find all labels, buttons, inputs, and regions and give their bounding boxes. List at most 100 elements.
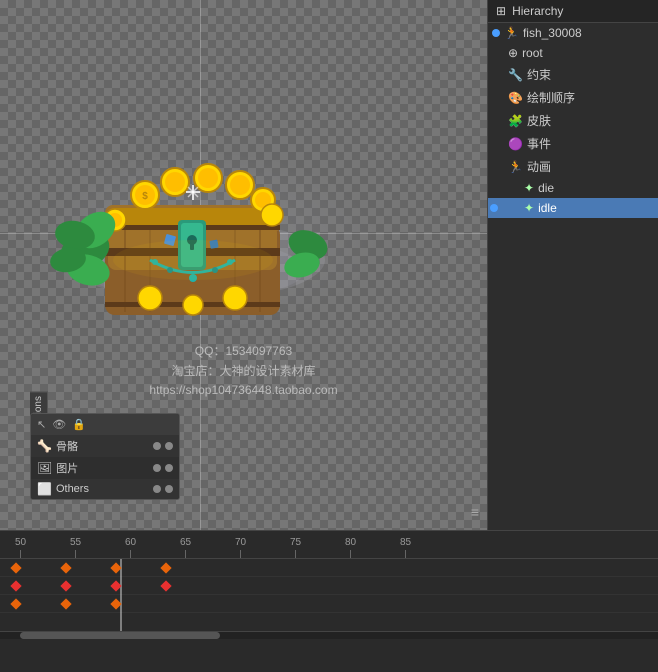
ruler-tick-70: 70 <box>235 537 246 558</box>
fish30008-label: fish_30008 <box>523 26 582 40</box>
layer-image-label: 图片 <box>56 460 149 476</box>
ruler-marks: 50 55 60 65 70 75 <box>0 531 658 558</box>
ruler-tick-85: 85 <box>400 537 411 558</box>
ruler-tick-80: 80 <box>345 537 356 558</box>
ruler-label-70: 70 <box>235 537 246 548</box>
keyframe-3-2[interactable] <box>60 598 71 609</box>
layer-image-dot2[interactable] <box>165 464 173 472</box>
huizhi-icon: 🎨 <box>508 91 523 105</box>
hierarchy-title: Hierarchy <box>512 4 563 18</box>
layer-bone-dot1[interactable] <box>153 442 161 450</box>
treasure-chest-sprite: $ <box>50 130 340 330</box>
track-row-1 <box>0 559 658 577</box>
shijian-icon: 🟣 <box>508 137 523 151</box>
eye-icon[interactable]: 👁 <box>52 418 66 431</box>
keyframe-1-2[interactable] <box>60 562 71 573</box>
hierarchy-item-huizhi[interactable]: 🎨 绘制顺序 <box>488 86 658 109</box>
layer-row-others: ⬜ Others <box>31 479 179 499</box>
root-label: root <box>522 46 543 60</box>
ruler-line-55 <box>75 550 76 558</box>
ruler-line-60 <box>130 550 131 558</box>
track-row-3 <box>0 595 658 613</box>
ruler-label-75: 75 <box>290 537 301 548</box>
ruler-line-80 <box>350 550 351 558</box>
timeline-scrollbar[interactable] <box>0 631 658 639</box>
fish30008-icon: 🏃 <box>504 26 519 40</box>
layer-others-label: Others <box>56 483 149 495</box>
hierarchy-panel: ⊞ Hierarchy 🏃 fish_30008 ⊕ root 🔧 约束 🎨 绘… <box>487 0 658 530</box>
ruler-line-75 <box>295 550 296 558</box>
hierarchy-item-fish30008[interactable]: 🏃 fish_30008 <box>488 23 658 43</box>
image-icon: 🖼 <box>37 461 52 475</box>
ruler-label-50: 50 <box>15 537 26 548</box>
ruler-label-60: 60 <box>125 537 136 548</box>
keyframe-3-1[interactable] <box>10 598 21 609</box>
layer-image-dot1[interactable] <box>153 464 161 472</box>
keyframe-1-1[interactable] <box>10 562 21 573</box>
timeline-playhead[interactable] <box>120 559 122 631</box>
ruler-line-85 <box>405 550 406 558</box>
track-keyframes-1 <box>2 564 172 572</box>
die-icon: ✦ <box>524 181 534 195</box>
pifu-label: 皮肤 <box>527 112 551 129</box>
timeline-area: 50 55 60 65 70 75 <box>0 530 658 672</box>
idle-label: idle <box>538 201 557 215</box>
scroll-thumb[interactable] <box>20 632 220 639</box>
donghua-icon: 🏃 <box>508 160 523 174</box>
layer-row-bone: 🦴 骨骼 <box>31 435 179 457</box>
timeline-tracks <box>0 559 658 631</box>
keyframe-1-4[interactable] <box>160 562 171 573</box>
ruler-tick-60: 60 <box>125 537 136 558</box>
donghua-label: 动画 <box>527 158 551 175</box>
more-options-icon[interactable]: ≡ <box>471 504 479 520</box>
timeline-ruler: 50 55 60 65 70 75 <box>0 531 658 559</box>
layer-others-dot2[interactable] <box>165 485 173 493</box>
hierarchy-item-root[interactable]: ⊕ root <box>488 43 658 63</box>
hierarchy-item-shijian[interactable]: 🟣 事件 <box>488 132 658 155</box>
hierarchy-item-pifu[interactable]: 🧩 皮肤 <box>488 109 658 132</box>
yueshu-label: 约束 <box>527 66 551 83</box>
lock-icon[interactable]: 🔒 <box>72 418 86 431</box>
hierarchy-item-die[interactable]: ✦ die <box>488 178 658 198</box>
ruler-label-85: 85 <box>400 537 411 548</box>
track-keyframes-3 <box>2 600 122 608</box>
hierarchy-icon: ⊞ <box>496 4 506 18</box>
yueshu-icon: 🔧 <box>508 68 523 82</box>
hierarchy-header: ⊞ Hierarchy <box>488 0 658 23</box>
track-row-2 <box>0 577 658 595</box>
idle-icon: ✦ <box>524 201 534 215</box>
ruler-tick-75: 75 <box>290 537 301 558</box>
layers-panel: ↖ 👁 🔒 🦴 骨骼 🖼 图片 ⬜ Others <box>30 413 180 500</box>
keyframe-2-1[interactable] <box>10 580 21 591</box>
huizhi-label: 绘制顺序 <box>527 89 575 106</box>
shijian-label: 事件 <box>527 135 551 152</box>
hierarchy-item-idle[interactable]: ✦ idle <box>488 198 658 218</box>
die-label: die <box>538 181 554 195</box>
ruler-line-50 <box>20 550 21 558</box>
layer-others-dot1[interactable] <box>153 485 161 493</box>
layer-bone-label: 骨骼 <box>56 438 149 454</box>
idle-dot <box>490 204 498 212</box>
bone-icon: 🦴 <box>37 439 52 453</box>
ruler-line-65 <box>185 550 186 558</box>
pifu-icon: 🧩 <box>508 114 523 128</box>
main-area: $ <box>0 0 658 530</box>
keyframe-2-4[interactable] <box>160 580 171 591</box>
others-icon: ⬜ <box>37 482 52 496</box>
ruler-line-70 <box>240 550 241 558</box>
cursor-icon[interactable]: ↖ <box>37 418 46 431</box>
track-keyframes-2 <box>2 582 172 590</box>
svg-text:$: $ <box>142 191 148 202</box>
ruler-tick-55: 55 <box>70 537 81 558</box>
layer-row-image: 🖼 图片 <box>31 457 179 479</box>
keyframe-2-2[interactable] <box>60 580 71 591</box>
layers-panel-header: ↖ 👁 🔒 <box>31 414 179 435</box>
root-icon: ⊕ <box>508 46 518 60</box>
ruler-label-65: 65 <box>180 537 191 548</box>
sprite-container: $ <box>50 130 340 330</box>
hierarchy-item-yueshu[interactable]: 🔧 约束 <box>488 63 658 86</box>
ruler-label-55: 55 <box>70 537 81 548</box>
layer-bone-dot2[interactable] <box>165 442 173 450</box>
ruler-tick-65: 65 <box>180 537 191 558</box>
hierarchy-item-donghua[interactable]: 🏃 动画 <box>488 155 658 178</box>
